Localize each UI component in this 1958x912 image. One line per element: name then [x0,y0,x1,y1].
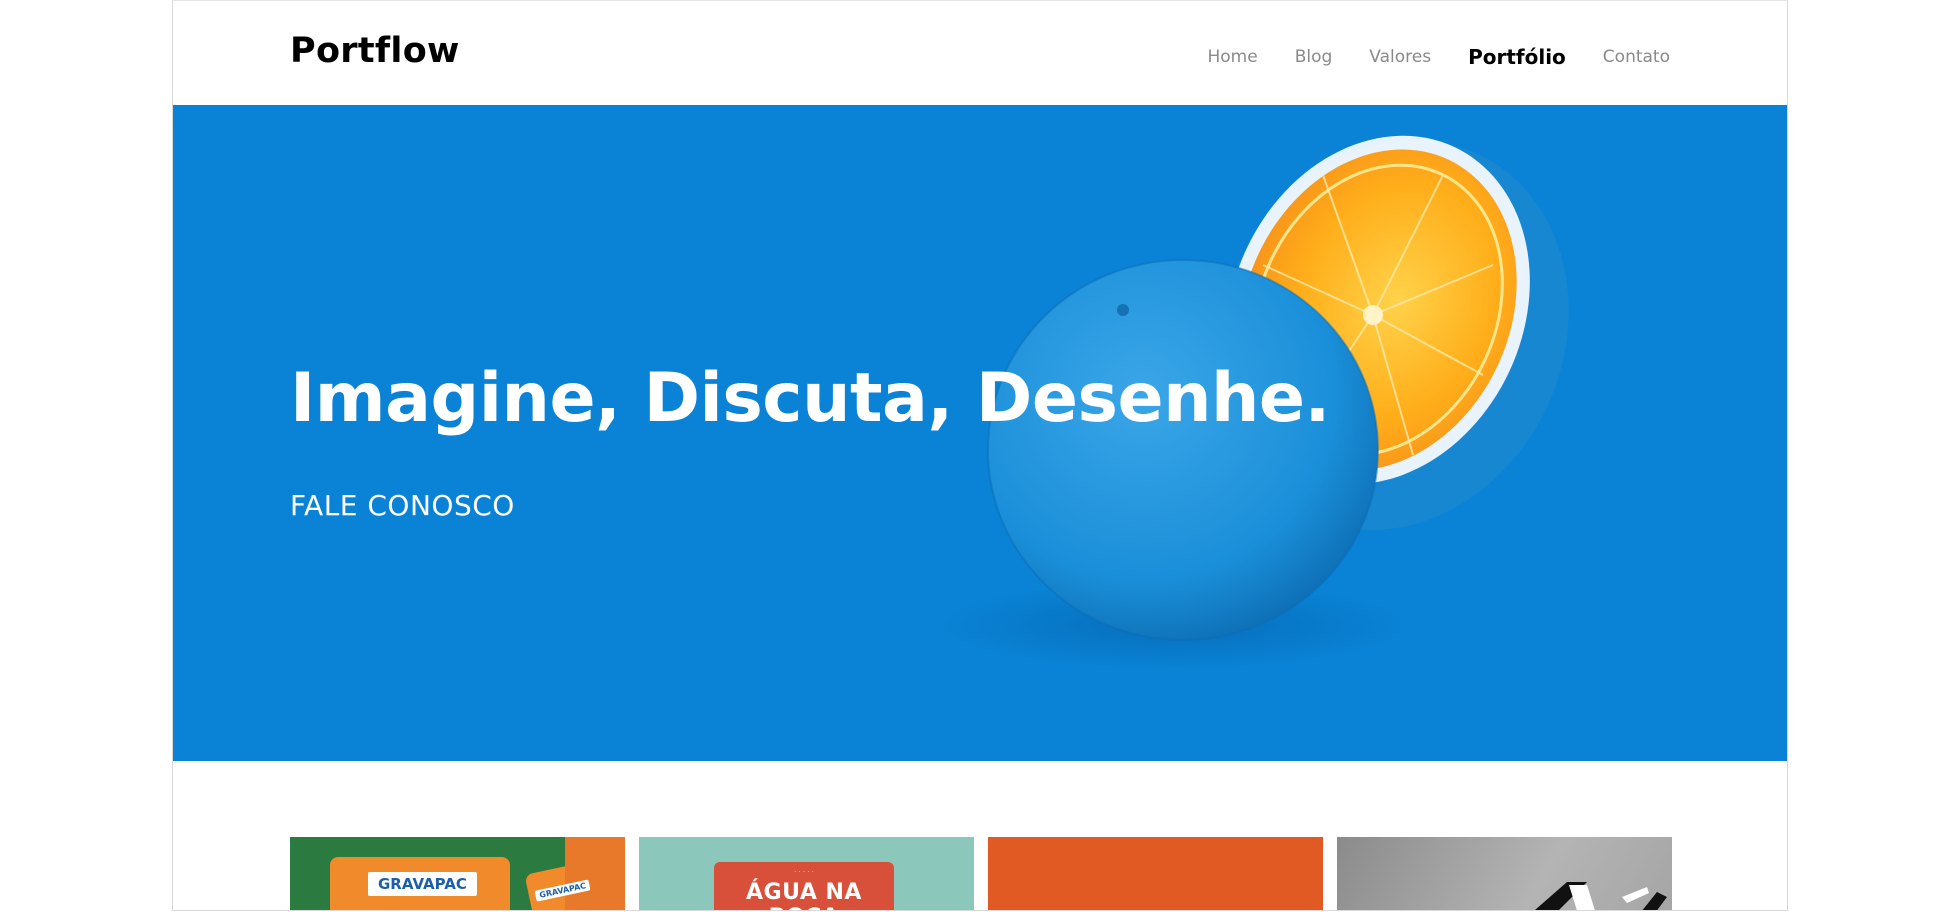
nav-item-contato[interactable]: Contato [1603,47,1670,67]
nav-item-valores[interactable]: Valores [1369,47,1431,67]
portfolio-card-orange[interactable] [988,837,1323,910]
pouch-subtitle: · · · · · [793,868,815,876]
brand-logo[interactable]: Portflow [290,31,460,71]
nav-item-portfolio[interactable]: Portfólio [1468,45,1566,69]
card-label: GRAVAPAC [368,872,477,896]
card-label: ÁGUA NA BOCA [746,880,862,910]
hero-banner: Imagine, Discuta, Desenhe. FALE CONOSCO [173,105,1787,761]
abstract-shape-image [1535,882,1667,910]
portfolio-card-agua-na-boca[interactable]: · · · · · ÁGUA NA BOCA [639,837,974,910]
contact-cta-link[interactable]: FALE CONOSCO [290,489,515,522]
hero-headline: Imagine, Discuta, Desenhe. [290,359,1330,438]
portfolio-grid: GRAVAPAC GRAVAPAC · · · · · ÁGUA NA BOCA [290,837,1672,910]
portfolio-card-gravapac[interactable]: GRAVAPAC GRAVAPAC [290,837,625,910]
nav-item-blog[interactable]: Blog [1295,47,1333,67]
page-frame: Portflow Home Blog Valores Portfólio Con… [172,0,1788,911]
nav-item-home[interactable]: Home [1208,47,1258,67]
top-navbar: Portflow Home Blog Valores Portfólio Con… [173,1,1787,105]
package-image [565,837,625,910]
portfolio-card-gray[interactable] [1337,837,1672,910]
pouch-image: · · · · · ÁGUA NA BOCA [714,862,894,910]
main-nav: Home Blog Valores Portfólio Contato [1208,45,1671,69]
